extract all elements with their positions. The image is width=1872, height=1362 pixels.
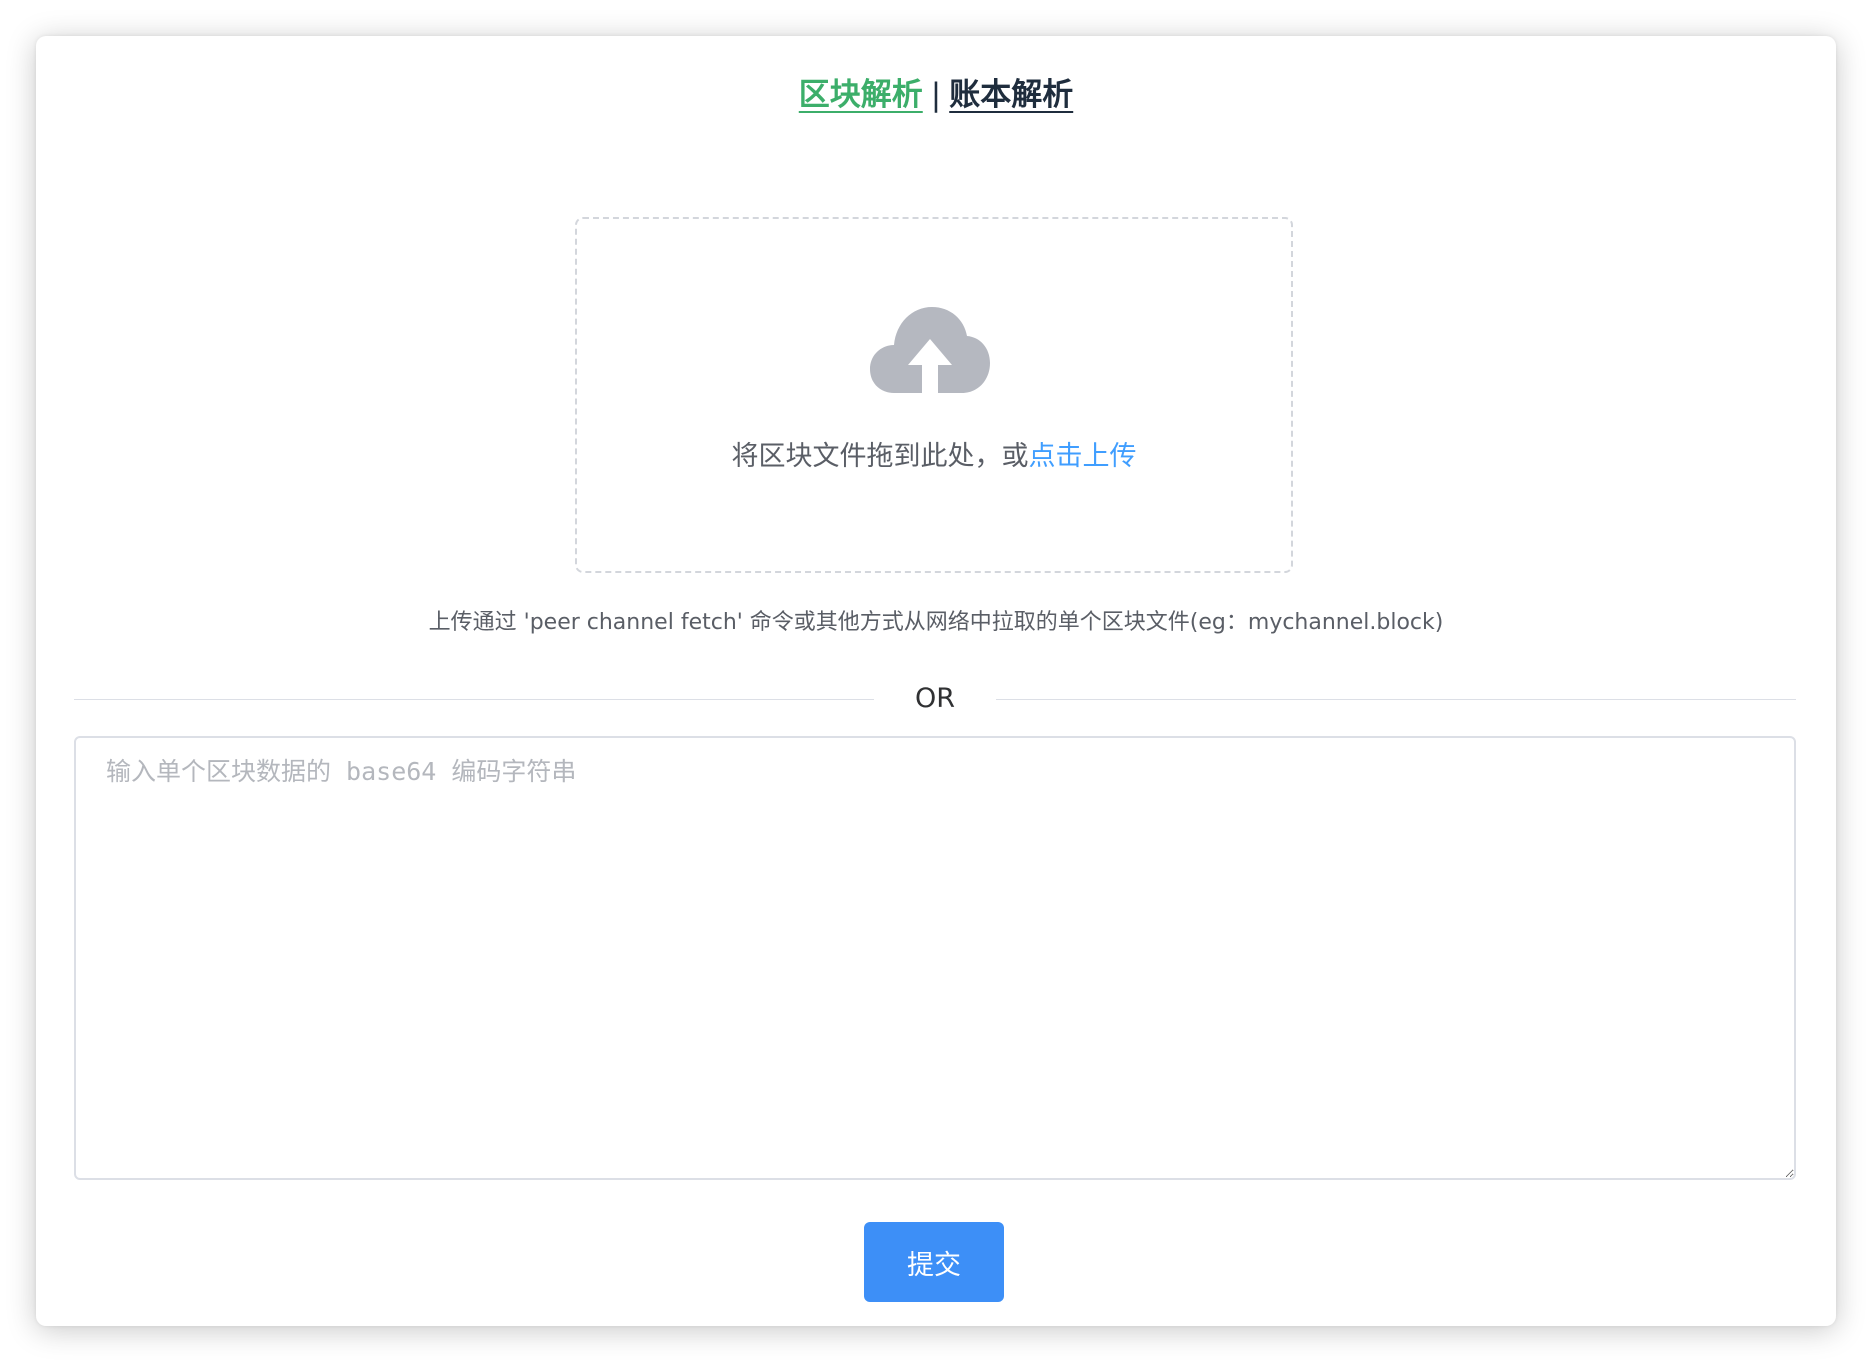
dropzone-text: 将区块文件拖到此处，或点击上传	[577, 434, 1291, 473]
upload-hint: 上传通过 'peer channel fetch' 命令或其他方式从网络中拉取的…	[428, 610, 1444, 635]
base64-input[interactable]	[74, 736, 1796, 1180]
cloud-upload-icon	[870, 307, 990, 395]
tab-block-parse[interactable]: 区块解析	[799, 77, 923, 113]
tab-ledger-parse[interactable]: 账本解析	[949, 77, 1073, 113]
or-divider: OR	[74, 684, 1796, 714]
parser-nav: 区块解析 | 账本解析	[36, 74, 1836, 117]
upload-dropzone[interactable]: 将区块文件拖到此处，或点击上传	[575, 217, 1293, 573]
nav-separator: |	[930, 77, 942, 113]
main-card: 区块解析 | 账本解析 将区块文件拖到此处，或点击上传 上传通过 'peer cha…	[36, 36, 1836, 1326]
click-upload-link[interactable]: 点击上传	[1029, 441, 1137, 472]
submit-button[interactable]: 提交	[864, 1222, 1004, 1302]
dropzone-prompt: 将区块文件拖到此处，或	[731, 441, 1029, 472]
divider-line-right	[996, 699, 1796, 700]
